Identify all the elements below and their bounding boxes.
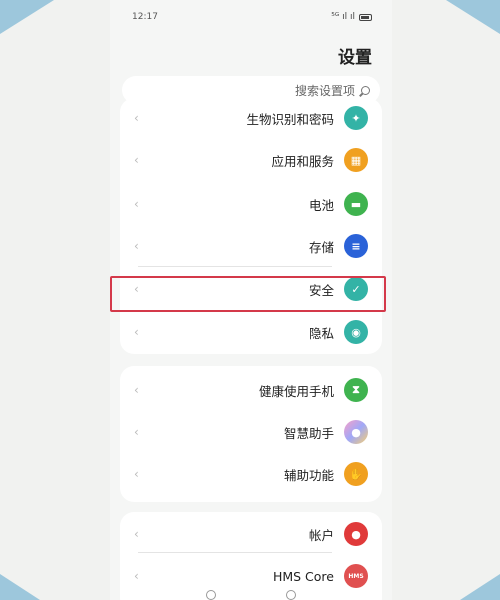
- chevron-icon: ‹: [134, 111, 139, 125]
- search-placeholder: 搜索设置项: [294, 83, 355, 98]
- back-button[interactable]: [206, 590, 216, 600]
- chevron-icon: ‹: [134, 425, 139, 439]
- home-button[interactable]: [286, 590, 296, 600]
- settings-item-label: 隐私: [308, 325, 334, 341]
- settings-item-label: 辅助功能: [283, 467, 334, 483]
- corner-decoration: [0, 0, 54, 34]
- corner-decoration: [446, 0, 500, 34]
- highlight-box: [110, 276, 386, 312]
- chevron-icon: ‹: [134, 527, 139, 541]
- chevron-icon: ‹: [134, 197, 139, 211]
- divider: [138, 266, 332, 267]
- settings-group-2: ‹ 健康使用手机 ⧗ ‹ 智慧助手 ● ‹ 辅助功能 ✋: [120, 366, 382, 502]
- settings-item-label: 健康使用手机: [258, 383, 334, 399]
- settings-item-accessibility[interactable]: ‹ 辅助功能 ✋: [120, 454, 382, 494]
- storage-icon: ≡: [344, 234, 368, 258]
- settings-item-battery[interactable]: ‹ 电池 ▬: [120, 184, 382, 224]
- settings-item-storage[interactable]: ‹ 存储 ≡: [120, 226, 382, 266]
- chevron-icon: ‹: [134, 383, 139, 397]
- page-title: 设置: [338, 47, 372, 68]
- settings-item-label: HMS Core: [272, 568, 334, 584]
- assistant-icon: ●: [344, 420, 368, 444]
- settings-group-1: ‹ 生物识别和密码 ✦ ‹ 应用和服务 ▦ ‹ 电池 ▬ ‹ 存储 ≡ ‹ 安全…: [120, 98, 382, 354]
- battery-icon: ▬: [344, 192, 368, 216]
- key-icon: ✦: [344, 106, 368, 130]
- chevron-icon: ‹: [134, 153, 139, 167]
- settings-item-label: 存储: [308, 239, 334, 255]
- settings-item-label: 电池: [308, 197, 334, 213]
- battery-icon: [359, 13, 372, 21]
- chevron-icon: ‹: [134, 239, 139, 253]
- settings-item-label: 智慧助手: [283, 425, 334, 441]
- settings-item-label: 生物识别和密码: [246, 111, 334, 127]
- apps-icon: ▦: [344, 148, 368, 172]
- settings-item-label: 应用和服务: [271, 153, 334, 169]
- hourglass-icon: ⧗: [344, 378, 368, 402]
- corner-decoration: [460, 574, 500, 600]
- search-icon: [361, 85, 370, 95]
- settings-item-digital-balance[interactable]: ‹ 健康使用手机 ⧗: [120, 370, 382, 410]
- chevron-icon: ‹: [134, 467, 139, 481]
- divider: [138, 552, 332, 553]
- status-bar: 12:17 ⁵ᴳ ıl ıl: [110, 0, 392, 34]
- hand-icon: ✋: [344, 462, 368, 486]
- privacy-icon: ◉: [344, 320, 368, 344]
- settings-item-biometrics[interactable]: ‹ 生物识别和密码 ✦: [120, 98, 382, 138]
- chevron-icon: ‹: [134, 325, 139, 339]
- hms-icon: HMS: [344, 564, 368, 588]
- account-icon: ●: [344, 522, 368, 546]
- settings-item-privacy[interactable]: ‹ 隐私 ◉: [120, 312, 382, 352]
- settings-item-smart-assistant[interactable]: ‹ 智慧助手 ●: [120, 412, 382, 452]
- signal-icon: ⁵ᴳ ıl ıl: [331, 12, 355, 22]
- settings-item-accounts[interactable]: ‹ 帐户 ●: [120, 514, 382, 554]
- chevron-icon: ‹: [134, 569, 139, 583]
- status-time: 12:17: [132, 12, 158, 22]
- navigation-bar: [110, 588, 392, 600]
- settings-group-3: ‹ 帐户 ● ‹ HMS Core HMS: [120, 512, 382, 600]
- settings-item-apps[interactable]: ‹ 应用和服务 ▦: [120, 140, 382, 180]
- corner-decoration: [0, 574, 40, 600]
- settings-item-label: 帐户: [308, 527, 334, 543]
